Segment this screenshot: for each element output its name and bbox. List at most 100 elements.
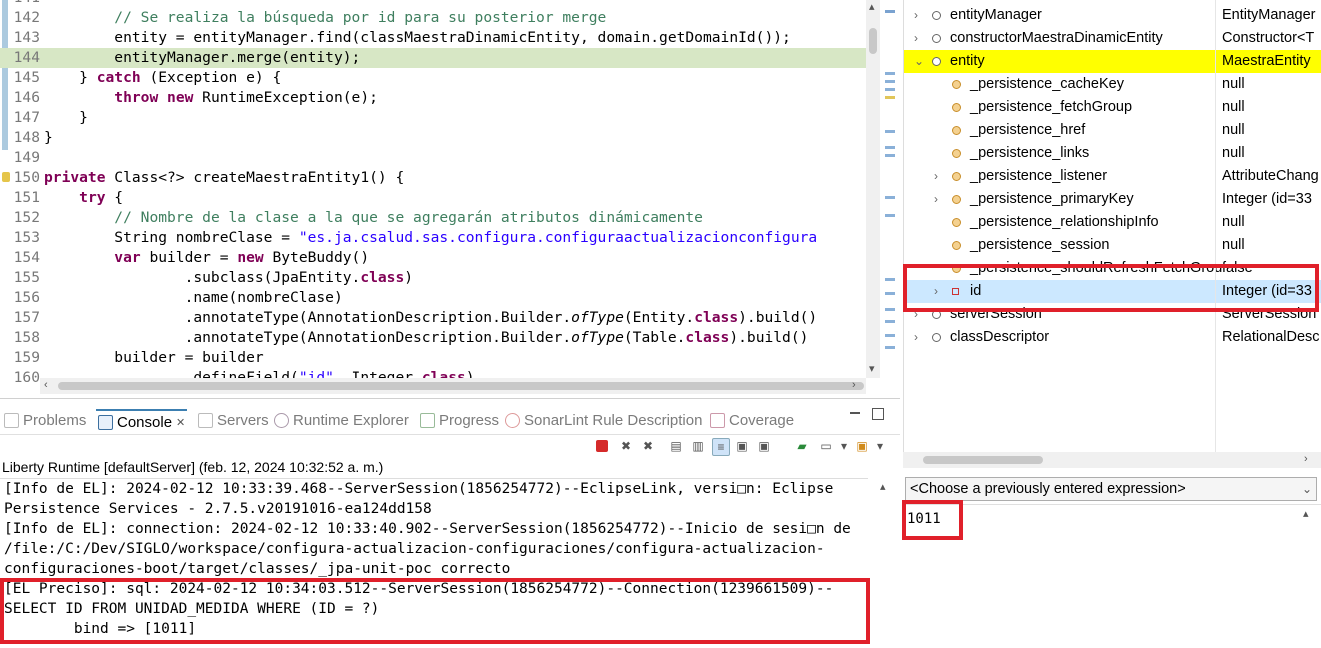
word-wrap-icon[interactable]: ≡: [712, 438, 730, 456]
ruler-mark[interactable]: [885, 130, 895, 133]
scroll-up-icon[interactable]: ▴: [869, 0, 875, 13]
code-line[interactable]: 142 // Se realiza la búsqueda por id par…: [0, 8, 866, 28]
tab-progress[interactable]: Progress: [420, 409, 499, 431]
variable-row[interactable]: › constructorMaestraDinamicEntity Construc…: [904, 27, 1321, 50]
chevron-down-icon[interactable]: ▾: [836, 438, 852, 454]
expression-details-area[interactable]: 1011 ▴: [903, 504, 1321, 648]
variable-value: null: [1222, 122, 1245, 138]
variables-horizontal-scrollbar[interactable]: ›: [903, 452, 1321, 468]
overview-ruler[interactable]: [880, 0, 900, 396]
variable-row[interactable]: _persistence_links null: [904, 142, 1321, 165]
variable-row[interactable]: ⌄ entity MaestraEntity: [904, 50, 1321, 73]
open-console-icon[interactable]: ▣: [854, 438, 870, 454]
chevron-right-icon[interactable]: ›: [934, 165, 938, 188]
tab-console[interactable]: Console ✕: [96, 409, 188, 433]
chevron-down-icon[interactable]: ▾: [872, 438, 888, 454]
code-line[interactable]: 158 .annotateType(AnnotationDescription.…: [0, 328, 866, 348]
code-line[interactable]: 148}: [0, 128, 866, 148]
chevron-right-icon[interactable]: ›: [914, 27, 918, 50]
ruler-mark[interactable]: [885, 278, 895, 281]
code-line[interactable]: 152 // Nombre de la clase a la que se ag…: [0, 208, 866, 228]
ruler-mark[interactable]: [885, 72, 895, 75]
code-line[interactable]: 153 String nombreClase = "es.ja.csalud.s…: [0, 228, 866, 248]
code-line[interactable]: 157 .annotateType(AnnotationDescription.…: [0, 308, 866, 328]
ruler-mark[interactable]: [885, 320, 895, 323]
chevron-right-icon[interactable]: ›: [934, 188, 938, 211]
variable-row[interactable]: › _persistence_primaryKey Integer (id=33: [904, 188, 1321, 211]
ruler-mark[interactable]: [885, 196, 895, 199]
variable-row[interactable]: › classDescriptor RelationalDesc: [904, 326, 1321, 349]
ruler-mark[interactable]: [885, 80, 895, 83]
ruler-mark[interactable]: [885, 154, 895, 157]
scroll-thumb[interactable]: [869, 28, 877, 54]
pin-console-icon[interactable]: ▰: [794, 438, 810, 454]
variable-row[interactable]: _persistence_href null: [904, 119, 1321, 142]
code-line[interactable]: 159 builder = builder: [0, 348, 866, 368]
ruler-mark[interactable]: [885, 88, 895, 91]
scroll-right-icon[interactable]: ›: [852, 379, 856, 391]
ruler-mark[interactable]: [885, 308, 895, 311]
clear-console-icon[interactable]: ▤: [668, 438, 684, 454]
remove-all-icon[interactable]: ✖: [640, 438, 656, 454]
scroll-right-icon[interactable]: ›: [1304, 453, 1308, 465]
code-line[interactable]: 147 }: [0, 108, 866, 128]
scroll-left-icon[interactable]: ‹: [44, 379, 48, 391]
code-line[interactable]: 150 private Class<?> createMaestraEntity1…: [0, 168, 866, 188]
scroll-up-icon[interactable]: ▴: [880, 480, 886, 493]
code-line[interactable]: 141: [0, 0, 866, 8]
code-line[interactable]: 146 throw new RuntimeException(e);: [0, 88, 866, 108]
show-on-output-icon[interactable]: ▣: [734, 438, 750, 454]
show-on-error-icon[interactable]: ▣: [756, 438, 772, 454]
console-vertical-scrollbar[interactable]: ▴: [876, 478, 894, 647]
ruler-mark[interactable]: [885, 292, 895, 295]
variable-row[interactable]: › entityManager EntityManager: [904, 4, 1321, 27]
display-console-icon[interactable]: ▭: [818, 438, 834, 454]
code-line[interactable]: 156 .name(nombreClase): [0, 288, 866, 308]
scroll-lock-icon[interactable]: ▥: [690, 438, 706, 454]
ruler-mark[interactable]: [885, 96, 895, 99]
terminate-icon[interactable]: [596, 440, 608, 452]
editor-vertical-scrollbar[interactable]: ▴ ▾: [866, 0, 880, 378]
tab-coverage[interactable]: Coverage: [710, 409, 794, 431]
ruler-mark[interactable]: [885, 214, 895, 217]
code-editor[interactable]: 141142 // Se realiza la búsqueda por id …: [0, 0, 882, 396]
variables-view[interactable]: › entityManager EntityManager › constructorM…: [903, 0, 1321, 452]
chevron-down-icon[interactable]: ⌄: [914, 50, 924, 73]
maximize-icon[interactable]: [872, 408, 884, 420]
tab-servers[interactable]: Servers: [198, 409, 269, 431]
variable-row[interactable]: › _persistence_listener AttributeChang: [904, 165, 1321, 188]
ruler-mark[interactable]: [885, 10, 895, 13]
code-line[interactable]: 151 try {: [0, 188, 866, 208]
line-number: 153: [13, 229, 40, 246]
variable-row[interactable]: _persistence_session null: [904, 234, 1321, 257]
ruler-mark[interactable]: [885, 146, 895, 149]
variable-row[interactable]: _persistence_cacheKey null: [904, 73, 1321, 96]
variable-row[interactable]: _persistence_fetchGroup null: [904, 96, 1321, 119]
remove-launch-icon[interactable]: ✖: [618, 438, 634, 454]
minimize-icon[interactable]: [850, 412, 860, 414]
line-number: 141: [8, 0, 40, 8]
chevron-right-icon[interactable]: ›: [914, 326, 918, 349]
chevron-right-icon[interactable]: ›: [914, 4, 918, 27]
tab-problems[interactable]: Problems: [4, 409, 86, 431]
previous-expression-select[interactable]: <Choose a previously entered expression>…: [905, 477, 1317, 501]
ruler-mark[interactable]: [885, 346, 895, 349]
tab-sonarlint-rule-description[interactable]: SonarLint Rule Description: [505, 409, 702, 431]
editor-horizontal-scrollbar[interactable]: ‹ ›: [40, 378, 866, 394]
code-line[interactable]: 155 .subclass(JpaEntity.class): [0, 268, 866, 288]
column-divider[interactable]: [1215, 0, 1216, 452]
code-line[interactable]: 143 entity = entityManager.find(classMae…: [0, 28, 866, 48]
code-line[interactable]: 144 entityManager.merge(entity);: [0, 48, 866, 68]
scroll-thumb[interactable]: [923, 456, 1043, 464]
close-icon[interactable]: ✕: [176, 416, 185, 429]
ruler-mark[interactable]: [885, 334, 895, 337]
line-number: 158: [13, 329, 40, 346]
code-line[interactable]: 149: [0, 148, 866, 168]
code-line[interactable]: 154 var builder = new ByteBuddy(): [0, 248, 866, 268]
variable-row[interactable]: _persistence_relationshipInfo null: [904, 211, 1321, 234]
tab-runtime-explorer[interactable]: Runtime Explorer: [274, 409, 409, 431]
scroll-up-icon[interactable]: ▴: [1303, 507, 1309, 520]
scroll-thumb[interactable]: [58, 382, 864, 390]
code-line[interactable]: 145 } catch (Exception e) {: [0, 68, 866, 88]
scroll-down-icon[interactable]: ▾: [869, 362, 875, 375]
